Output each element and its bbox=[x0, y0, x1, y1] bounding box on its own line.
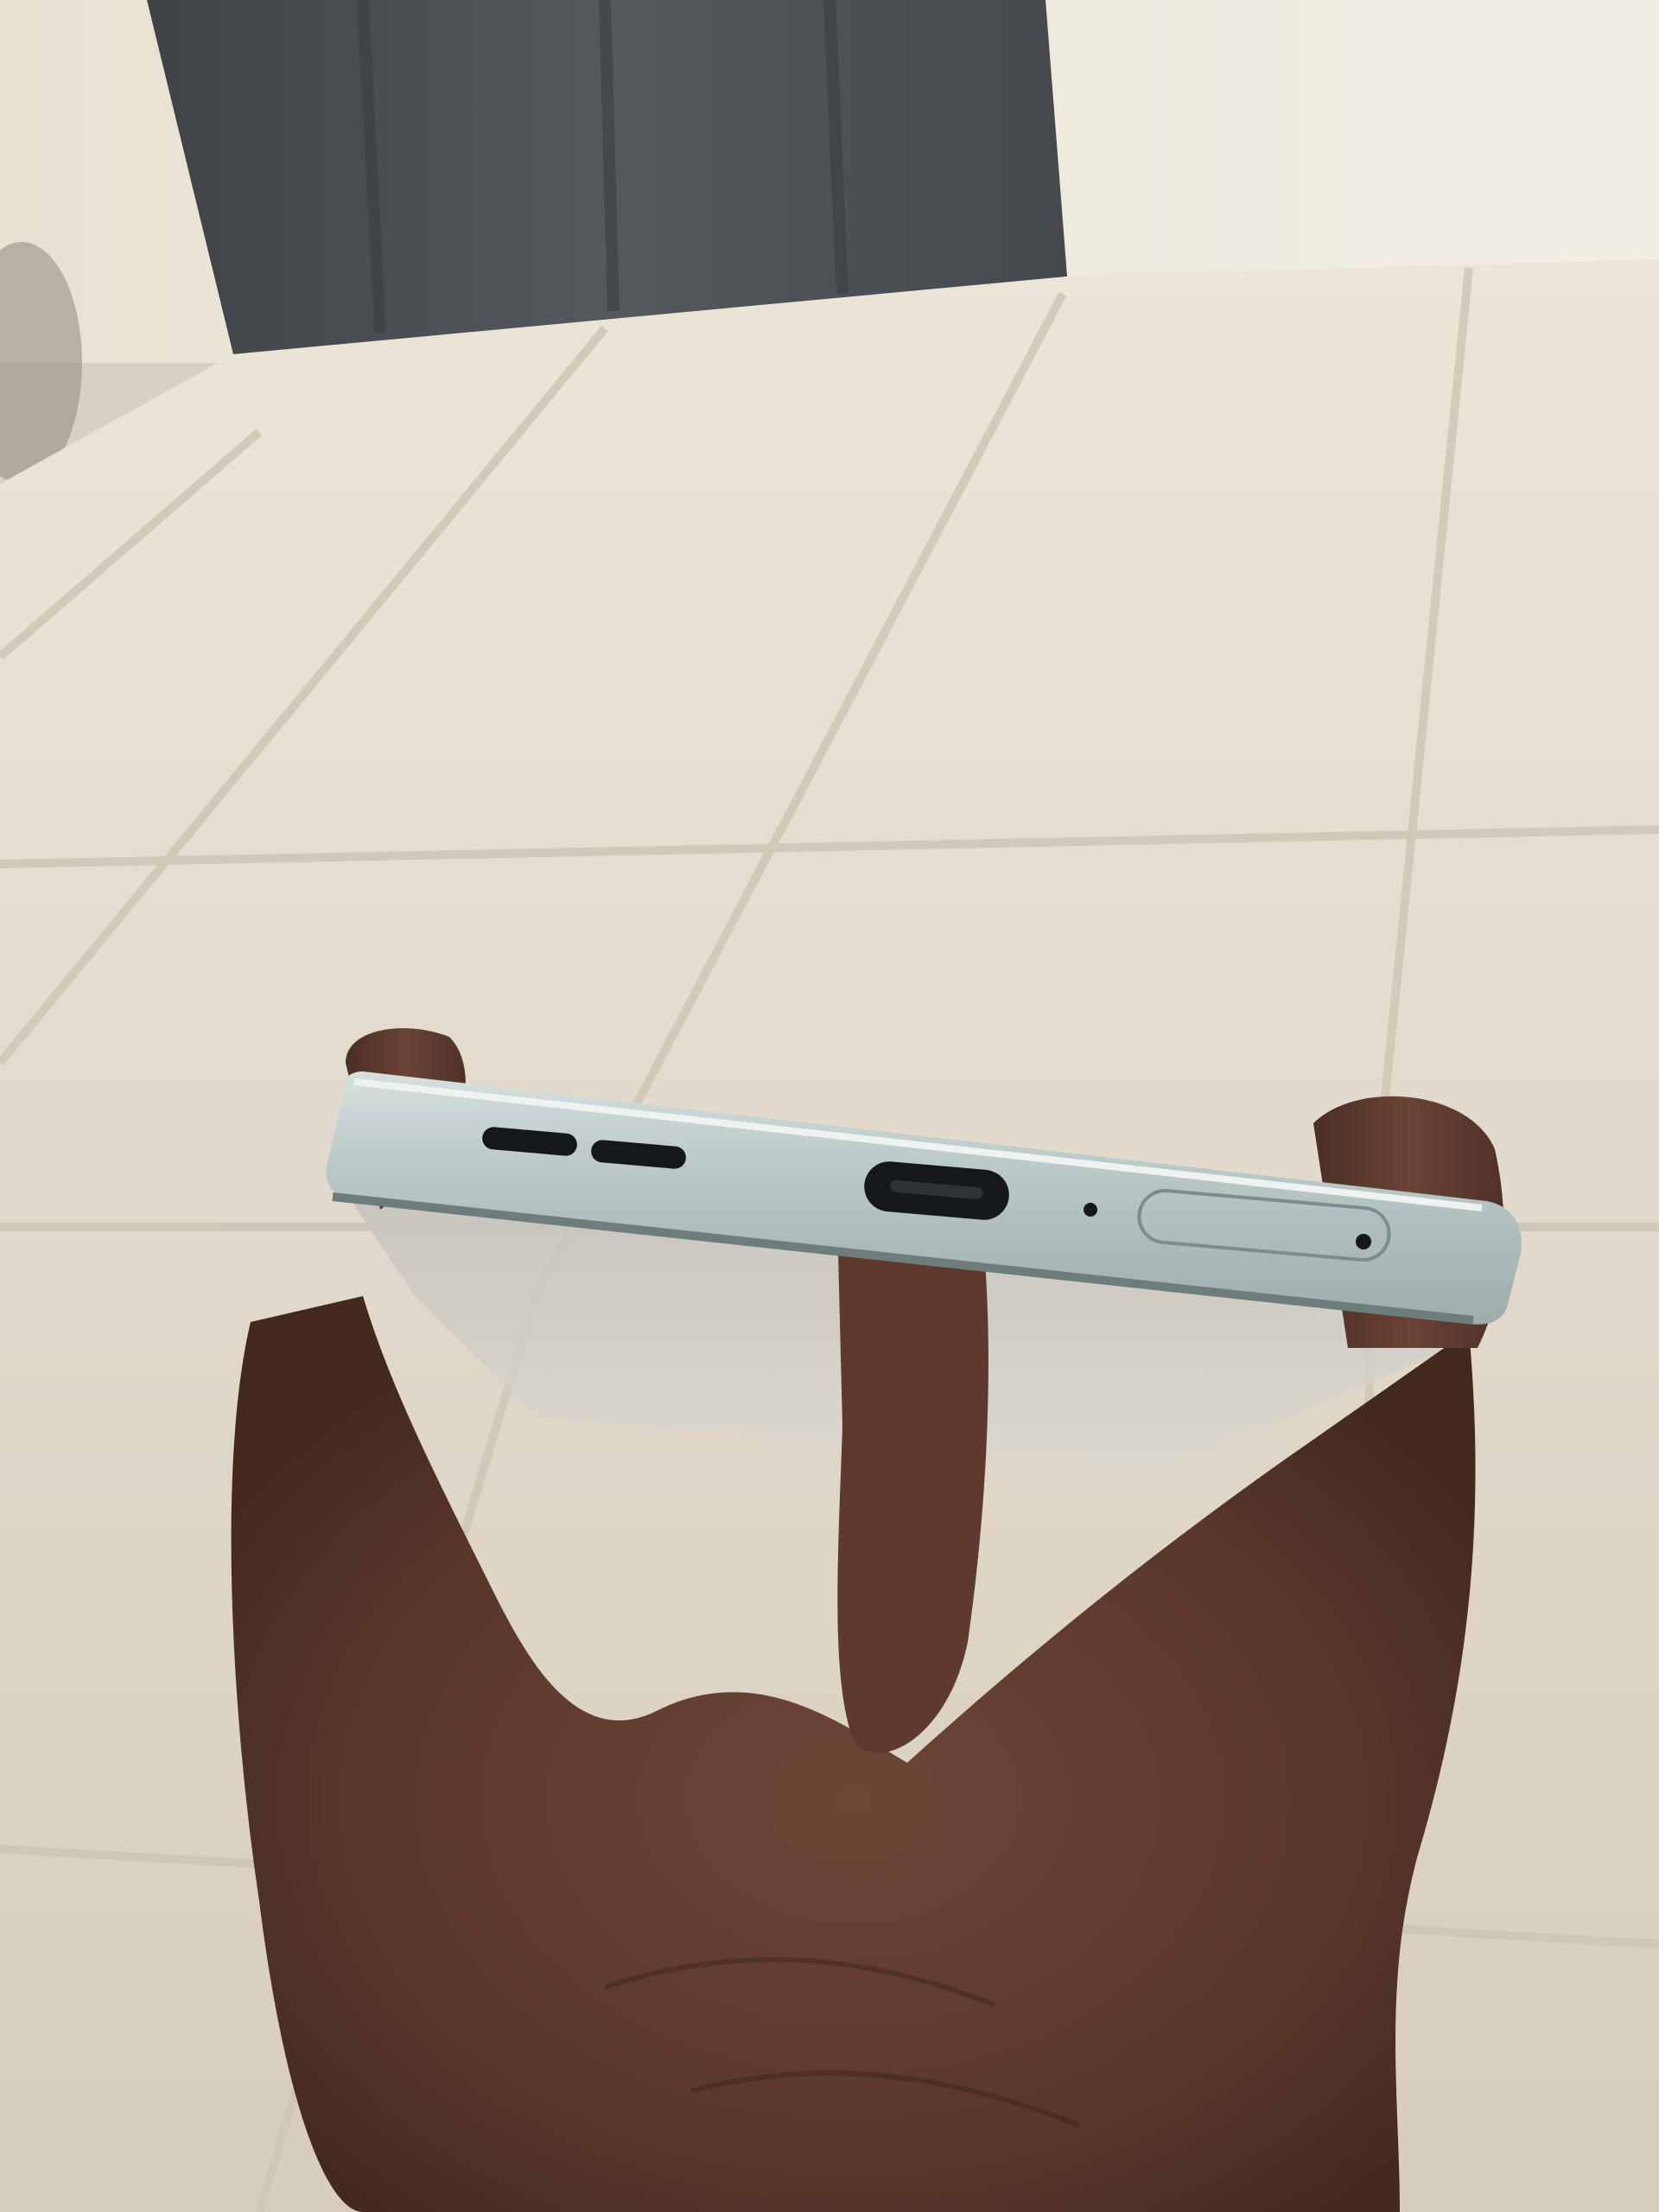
sim-eject-hole-icon bbox=[1356, 1234, 1371, 1249]
photo-illustration bbox=[0, 0, 1659, 2212]
photo-scene bbox=[0, 0, 1659, 2212]
microphone-hole-icon bbox=[1084, 1203, 1097, 1217]
